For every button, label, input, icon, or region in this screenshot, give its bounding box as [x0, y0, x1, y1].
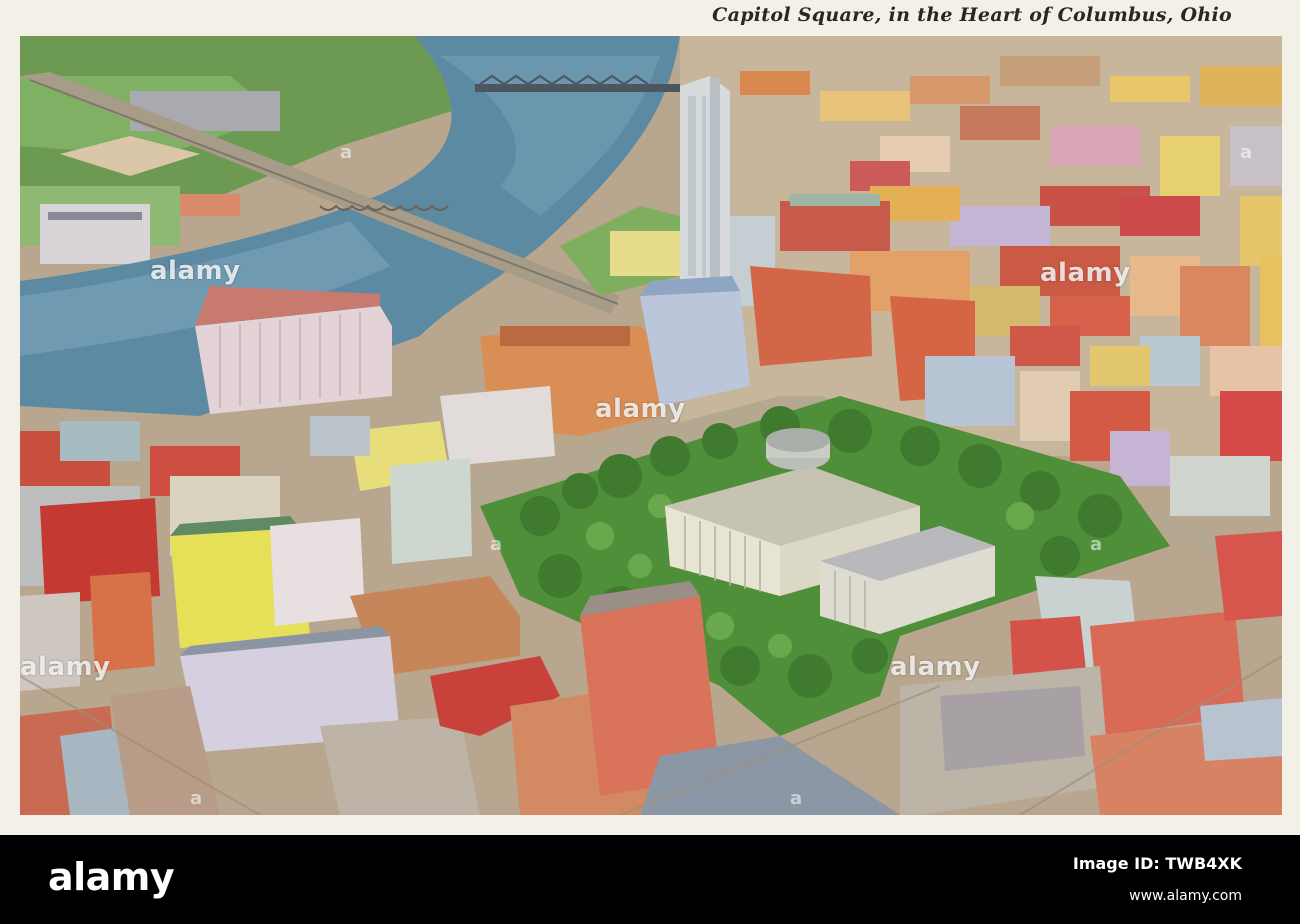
watermark-mark: a	[1240, 142, 1253, 163]
watermark-mark: a	[1090, 534, 1103, 555]
alamy-logo: alamy	[48, 855, 175, 899]
watermark-alamy: alamy	[1040, 258, 1131, 288]
image-meta: Image ID: TWB4XK www.alamy.com	[1073, 848, 1242, 912]
watermark-mark: a	[490, 534, 503, 555]
image-id: Image ID: TWB4XK	[1072, 854, 1242, 873]
site-link[interactable]: www.alamy.com	[1073, 880, 1242, 912]
watermark-alamy: alamy	[595, 394, 686, 424]
aerial-city-illustration: alamy alamy alamy alamy alamy a a a a a …	[20, 36, 1282, 815]
watermark-mark: a	[340, 142, 353, 163]
watermark-mark: a	[190, 788, 203, 809]
postcard-caption: Capitol Square, in the Heart of Columbus…	[712, 4, 1232, 26]
watermark-alamy: alamy	[890, 652, 981, 682]
watermark-alamy: alamy	[20, 652, 111, 682]
watermark-mark: a	[790, 788, 803, 809]
watermark-alamy: alamy	[150, 256, 241, 286]
stock-footer-bar: alamy Image ID: TWB4XK www.alamy.com	[0, 835, 1300, 924]
postcard: Capitol Square, in the Heart of Columbus…	[0, 0, 1300, 835]
